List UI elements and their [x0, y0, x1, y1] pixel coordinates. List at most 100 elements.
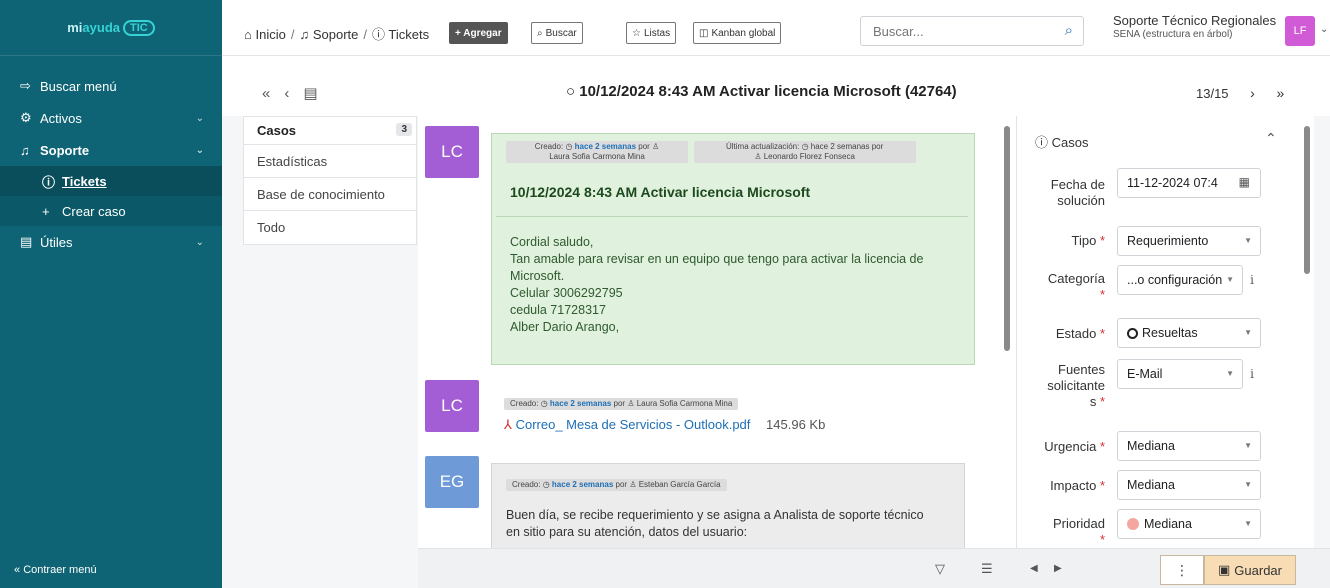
- search-button[interactable]: ⌕ Buscar: [531, 22, 583, 44]
- breadcrumb-soporte[interactable]: Soporte: [313, 27, 359, 42]
- sidebar-item-soporte[interactable]: ♫ Soporte ⌄: [0, 134, 222, 166]
- lists-button[interactable]: ☆ Listas: [626, 22, 677, 44]
- calendar-icon[interactable]: ▦: [1239, 175, 1250, 189]
- collapse-menu-button[interactable]: « Contraer menú: [14, 564, 97, 576]
- collapse-menu-label: Contraer menú: [23, 564, 97, 576]
- categoria-select[interactable]: ...o configuración ▼: [1117, 265, 1243, 295]
- first-record-icon[interactable]: «: [262, 85, 284, 102]
- tipo-select[interactable]: Requerimiento ▼: [1117, 226, 1261, 256]
- status-circle-icon: ○: [566, 83, 576, 100]
- tab-base-conocimiento[interactable]: Base de conocimiento: [244, 178, 416, 211]
- breadcrumb: ⌂ Inicio / ♫ Soporte / ⓘ Tickets: [244, 27, 430, 42]
- chevron-down-icon: ⌄: [195, 144, 204, 156]
- tab-estadisticas[interactable]: Estadísticas: [244, 145, 416, 178]
- estado-select[interactable]: Resueltas ▼: [1117, 318, 1261, 348]
- prev-record-icon[interactable]: ‹: [284, 85, 303, 102]
- fuentes-select[interactable]: E-Mail ▼: [1117, 359, 1243, 389]
- fuentes-solicitantes-label: Fuentes solicitante s *: [1047, 362, 1105, 409]
- ticket-title-text: 10/12/2024 8:43 AM Activar licencia Micr…: [579, 83, 957, 100]
- count-badge: 3: [396, 123, 412, 136]
- sidebar-item-buscar-menu[interactable]: ⇨ Buscar menú: [0, 70, 222, 102]
- panel-header[interactable]: ⓘ Casos: [1035, 132, 1089, 151]
- card-title: 10/12/2024 8:43 AM Activar licencia Micr…: [510, 184, 811, 200]
- sidebar-item-label: Útiles: [40, 234, 73, 250]
- list-view-icon[interactable]: ▤: [303, 85, 331, 102]
- kanban-button-label: Kanban global: [711, 27, 776, 39]
- more-options-button[interactable]: ⋮: [1160, 555, 1204, 585]
- sidebar: mi ayuda TIC ⇨ Buscar menú ⚙ Activos ⌄ ♫ S…: [0, 0, 222, 588]
- add-button[interactable]: + Agregar: [449, 22, 508, 44]
- save-button-label: Guardar: [1234, 562, 1282, 578]
- app-logo[interactable]: mi ayuda TIC: [0, 0, 222, 56]
- info-icon[interactable]: i: [1243, 265, 1261, 295]
- divider: [496, 216, 968, 217]
- avatar: LC: [425, 380, 479, 432]
- card-body: Buen día, se recibe requerimiento y se a…: [506, 508, 924, 539]
- fecha-solucion-label: Fecha de solución: [1050, 177, 1105, 208]
- search-icon[interactable]: ⌕: [1065, 22, 1073, 39]
- logo-text-mi: mi: [67, 20, 83, 35]
- fecha-solucion-field[interactable]: 11-12-2024 07:4 ▦: [1117, 168, 1261, 198]
- dropdown-arrow-icon: ▼: [1226, 369, 1234, 378]
- impacto-select[interactable]: Mediana ▼: [1117, 470, 1261, 500]
- pdf-icon: ⅄: [504, 417, 512, 432]
- info-icon[interactable]: i: [1243, 359, 1261, 389]
- panel-scrollbar[interactable]: [1304, 126, 1310, 274]
- sidebar-item-crear-caso[interactable]: + Crear caso: [0, 196, 222, 226]
- last-record-icon[interactable]: »: [1276, 85, 1284, 101]
- dropdown-arrow-icon: ▼: [1244, 236, 1252, 245]
- filter-icon[interactable]: ▽: [935, 561, 945, 577]
- user-icon: ♙: [629, 480, 637, 489]
- user-icon: ♙: [754, 152, 762, 161]
- attachment-size: 145.96 Kb: [766, 417, 826, 432]
- page-title: ○ 10/12/2024 8:43 AM Activar licencia Mi…: [566, 83, 957, 100]
- alert-circle-icon: ⓘ: [1035, 135, 1049, 150]
- created-meta: Creado: ◷ hace 2 semanas por ♙ Laura Sof…: [504, 398, 739, 410]
- checklist-icon[interactable]: ☰: [981, 561, 993, 577]
- dropdown-arrow-icon: ▼: [1244, 328, 1252, 337]
- tab-label: Todo: [257, 220, 286, 235]
- user-icon: ♙: [627, 399, 635, 408]
- avatar[interactable]: LF: [1285, 16, 1315, 46]
- dropdown-arrow-icon: ▼: [1226, 275, 1234, 284]
- attachment-name: Correo_ Mesa de Servicios - Outlook.pdf: [515, 417, 751, 432]
- tab-todo[interactable]: Todo: [244, 211, 416, 244]
- sidebar-item-label: Buscar menú: [40, 78, 117, 94]
- gear-icon: ⚙: [20, 110, 32, 125]
- prioridad-select[interactable]: Mediana ▼: [1117, 509, 1261, 539]
- card-body: Cordial saludo, Tan amable para revisar …: [510, 235, 924, 334]
- priority-dot-icon: [1127, 518, 1139, 530]
- sidebar-nav: ⇨ Buscar menú ⚙ Activos ⌄ ♫ Soporte ⌄ ⓘ …: [0, 56, 222, 258]
- save-button[interactable]: ▣ Guardar: [1204, 555, 1296, 585]
- sidebar-item-tickets[interactable]: ⓘ Tickets: [0, 166, 222, 196]
- next-record-icon[interactable]: ›: [1250, 85, 1255, 101]
- impacto-label: Impacto *: [1050, 478, 1105, 493]
- sidebar-item-label: Crear caso: [62, 203, 126, 219]
- prev-panel-icon[interactable]: ◀: [1030, 563, 1038, 574]
- timeline-scrollbar[interactable]: [1004, 126, 1010, 351]
- breadcrumb-inicio[interactable]: Inicio: [255, 27, 285, 42]
- next-panel-icon[interactable]: ▶: [1054, 563, 1062, 574]
- save-icon: ▣: [1218, 562, 1231, 577]
- categoria-label: Categoría *: [1047, 271, 1105, 302]
- login-arrow-icon: ⇨: [20, 78, 31, 93]
- headset-icon: ♫: [299, 27, 310, 42]
- attachment-link[interactable]: ⅄ Correo_ Mesa de Servicios - Outlook.pd…: [504, 417, 825, 433]
- timeline[interactable]: LC Creado: ◷ hace 2 semanas por ♙ Laura S…: [418, 116, 1016, 548]
- chevron-up-icon[interactable]: ⌃: [1265, 130, 1277, 147]
- breadcrumb-tickets[interactable]: Tickets: [388, 27, 429, 42]
- kebab-icon: ⋮: [1175, 561, 1189, 578]
- logo-text-ayuda: ayuda: [82, 20, 120, 35]
- star-icon: ☆: [632, 27, 641, 39]
- urgencia-select[interactable]: Mediana ▼: [1117, 431, 1261, 461]
- user-info[interactable]: Soporte Técnico Regionales SENA (estruct…: [1113, 14, 1276, 42]
- tab-label: Base de conocimiento: [257, 186, 385, 202]
- logo-text-tic: TIC: [123, 19, 155, 36]
- sidebar-item-utiles[interactable]: ▤ Útiles ⌄: [0, 226, 222, 258]
- search-input[interactable]: [861, 17, 1041, 45]
- kanban-button[interactable]: ◫ Kanban global: [693, 22, 782, 44]
- lists-button-label: Listas: [643, 27, 671, 39]
- sidebar-item-activos[interactable]: ⚙ Activos ⌄: [0, 102, 222, 134]
- tab-casos[interactable]: Casos 3: [244, 117, 416, 145]
- chevron-down-icon[interactable]: ⌄: [1320, 24, 1328, 35]
